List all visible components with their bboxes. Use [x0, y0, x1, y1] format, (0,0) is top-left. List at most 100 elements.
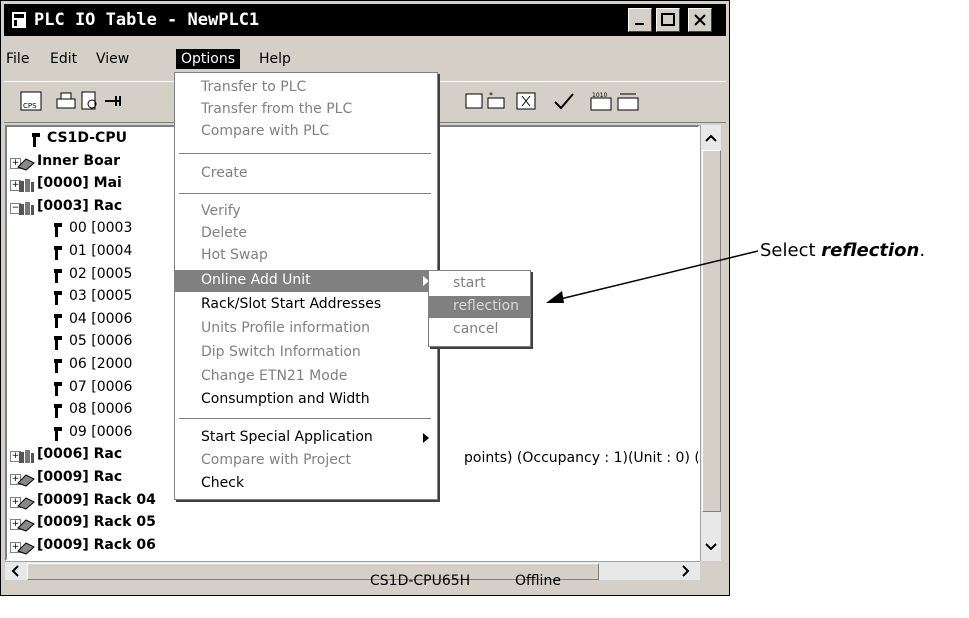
board-icon [17, 157, 35, 171]
unit-icon [54, 291, 62, 306]
tree-row-label: 04 [0006 [69, 310, 133, 327]
print-icon[interactable] [54, 90, 78, 112]
minimize-button[interactable] [628, 8, 652, 32]
menu-item-start-special-application[interactable]: Start Special Application [175, 427, 437, 449]
unit-icon [54, 404, 62, 419]
menu-item-consumption-and-width[interactable]: Consumption and Width [175, 389, 437, 411]
scroll-up-icon[interactable] [702, 129, 720, 147]
unit-icon [54, 359, 62, 373]
online-add-unit-submenu: start reflection cancel [428, 270, 531, 347]
vertical-scroll-thumb[interactable] [702, 150, 721, 512]
menu-item-verify[interactable]: Verify [175, 201, 437, 223]
status-state: Offline [515, 573, 561, 589]
tree-row-label: 05 [0006 [69, 333, 133, 350]
print-preview-icon[interactable] [78, 90, 102, 112]
callout-arrow [546, 250, 759, 303]
tree-row-label: [0009] Rack 06 [37, 536, 156, 553]
unit-icon [54, 426, 62, 441]
unit-icon [32, 133, 40, 147]
callout-suffix: . [919, 240, 926, 261]
rack-icon [19, 450, 34, 464]
row-06-detail: points) (Occupancy : 1)(Unit : 0) ( [464, 450, 700, 466]
horizontal-scroll-thumb[interactable] [27, 563, 599, 580]
scroll-left-icon[interactable] [7, 563, 25, 579]
options-menu: Transfer to PLC Transfer from the PLC Co… [174, 72, 438, 500]
unit-icon [54, 313, 62, 328]
tree-row-label: [0006] Rac [37, 446, 123, 463]
copy-unit-icon[interactable]: * [484, 90, 508, 112]
submenu-item-reflection[interactable]: reflection [429, 296, 530, 318]
check-icon[interactable] [552, 90, 576, 112]
menu-file[interactable]: File [6, 51, 29, 67]
close-icon [694, 14, 706, 26]
io-allocation-icon[interactable]: 1010 [589, 90, 613, 112]
menu-item-hot-swap[interactable]: Hot Swap [175, 245, 437, 267]
tree-row-label: 06 [2000 [69, 356, 133, 372]
tree-row-label: CS1D-CPU [47, 130, 127, 146]
rack-icon [19, 179, 34, 193]
menu-view[interactable]: View [96, 51, 129, 67]
menu-separator [179, 193, 431, 195]
cps-icon[interactable]: CPS [19, 90, 43, 112]
menu-edit[interactable]: Edit [50, 51, 77, 67]
insert-icon[interactable] [102, 90, 126, 112]
plc-app-icon [12, 12, 26, 28]
status-cpu: CS1D-CPU65H [370, 573, 471, 589]
svg-text:1010: 1010 [592, 92, 607, 99]
unit-icon [54, 381, 62, 396]
maximize-button[interactable] [656, 8, 680, 32]
cut-icon[interactable] [514, 90, 538, 112]
menu-bar: File Edit View Options Help [4, 48, 726, 72]
menu-help[interactable]: Help [259, 51, 291, 67]
tree-row-label: 08 [0006 [69, 401, 133, 418]
minimize-icon [635, 23, 644, 25]
title-bar[interactable]: PLC IO Table - NewPLC1 [4, 4, 726, 36]
board-icon [17, 519, 35, 532]
menu-item-compare-with-project[interactable]: Compare with Project [175, 450, 437, 472]
menu-separator [179, 418, 431, 420]
tree-row-label: 00 [0003 [69, 220, 133, 237]
callout-text: Select reflection. [760, 240, 925, 261]
tree-row-label: 09 [0006 [69, 423, 133, 440]
menu-item-units-profile-information[interactable]: Units Profile information [175, 318, 437, 340]
board-icon [17, 474, 35, 487]
menu-item-rack-slot-start-addresses[interactable]: Rack/Slot Start Addresses [175, 294, 437, 316]
window-title: PLC IO Table - NewPLC1 [34, 10, 260, 30]
menu-separator [179, 153, 431, 155]
tree-row-label: 01 [0004 [69, 243, 133, 259]
scroll-down-icon[interactable] [702, 538, 720, 556]
io-table-icon[interactable] [616, 90, 640, 112]
maximize-icon [661, 13, 675, 26]
menu-item-change-etn21-mode[interactable]: Change ETN21 Mode [175, 366, 437, 388]
callout-target: reflection [821, 240, 920, 261]
tree-row-label: 07 [0006 [69, 378, 133, 395]
menu-item-delete[interactable]: Delete [175, 223, 437, 245]
close-button[interactable] [688, 8, 712, 32]
tree-row-label: [0003] Rac [37, 197, 123, 214]
submenu-item-start[interactable]: start [429, 273, 530, 295]
unit-icon [54, 268, 62, 283]
vertical-scrollbar[interactable] [700, 125, 721, 561]
status-bar: CS1D-CPU65H Offline [3, 573, 725, 592]
unit-edit-icon[interactable] [462, 90, 486, 112]
tree-row-label: 03 [0005 [69, 288, 133, 305]
tree-row-label: 02 [0005 [69, 265, 133, 282]
svg-text:*: * [489, 91, 493, 100]
menu-item-dip-switch-information[interactable]: Dip Switch Information [175, 342, 437, 364]
tree-row-label: [0009] Rack 05 [37, 514, 156, 531]
menu-item-create[interactable]: Create [175, 163, 437, 185]
menu-item-transfer-from-plc[interactable]: Transfer from the PLC [175, 99, 437, 121]
unit-icon [54, 336, 62, 351]
tree-row-label: [0009] Rac [37, 469, 123, 485]
horizontal-scrollbar[interactable] [5, 561, 700, 580]
board-icon [17, 542, 35, 555]
submenu-item-cancel[interactable]: cancel [429, 319, 530, 341]
menu-options[interactable]: Options [176, 49, 241, 69]
menu-item-check[interactable]: Check [175, 473, 437, 495]
menu-item-online-add-unit[interactable]: Online Add Unit [175, 270, 437, 292]
tree-row-label: Inner Boar [37, 152, 121, 169]
menu-item-compare-with-plc[interactable]: Compare with PLC [175, 121, 437, 143]
menu-item-transfer-to-plc[interactable]: Transfer to PLC [175, 77, 437, 99]
unit-icon [54, 223, 62, 238]
scroll-right-icon[interactable] [677, 563, 695, 579]
